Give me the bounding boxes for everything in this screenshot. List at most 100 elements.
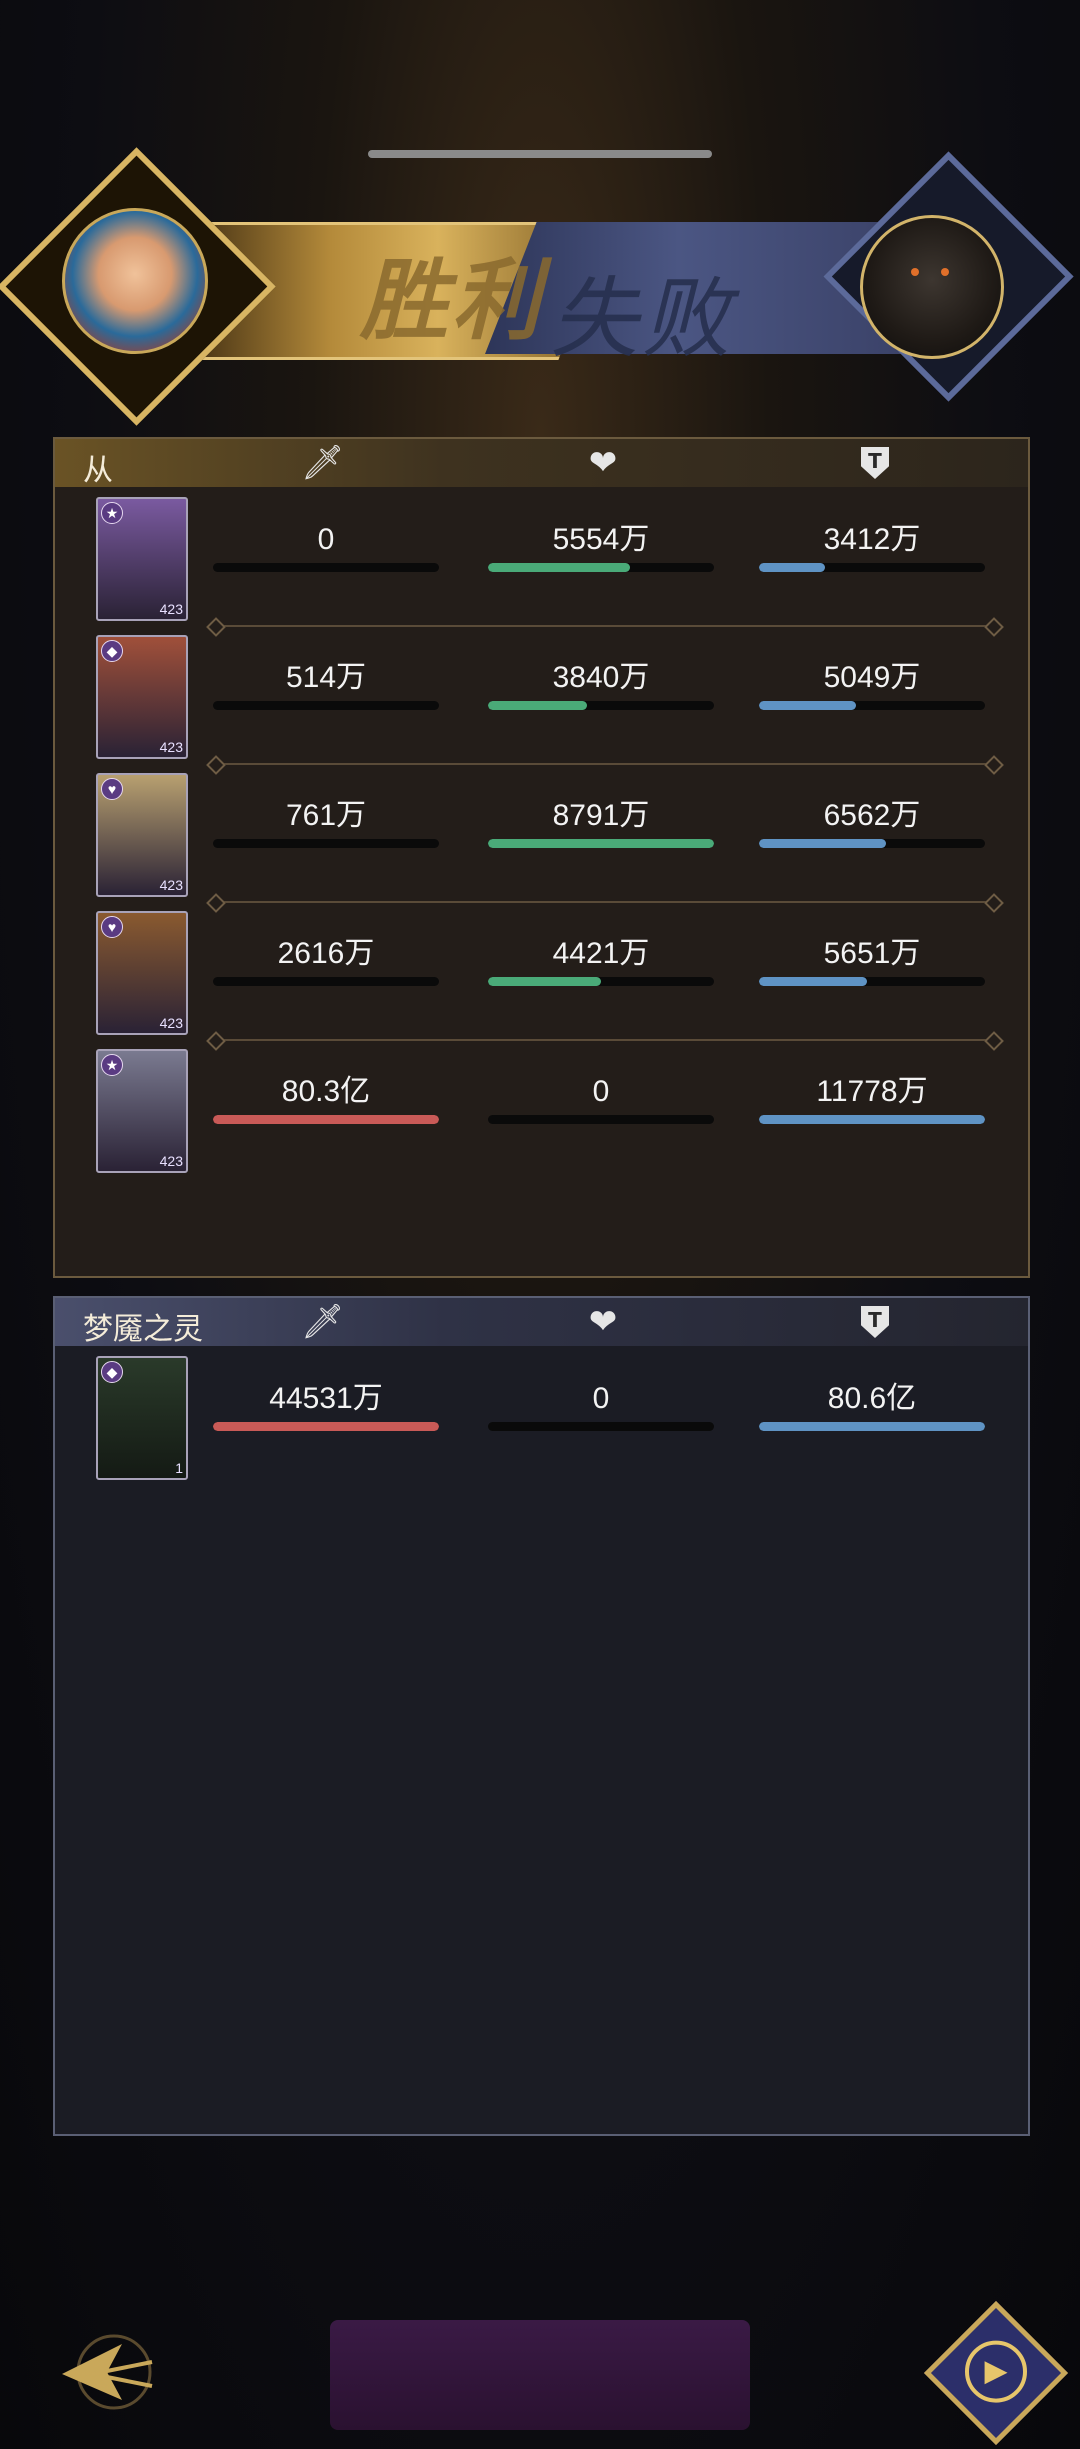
- enemy-eye: [911, 268, 919, 276]
- heal-bar: [488, 977, 714, 986]
- damage-value: 80.3亿: [281, 1075, 371, 1108]
- heal-value: 0: [592, 1382, 610, 1415]
- back-arrow-icon[interactable]: [52, 2322, 162, 2422]
- defense-bar: [759, 563, 985, 572]
- defense-stat: 3412万: [759, 521, 985, 572]
- defense-bar-fill: [759, 1422, 985, 1431]
- heal-value: 8791万: [552, 799, 650, 832]
- rarity-badge: ♥: [101, 778, 123, 800]
- table-row: ★ 423 80.3亿 0 11778万: [55, 1043, 1028, 1173]
- heal-bar: [488, 839, 714, 848]
- defense-value: 6562万: [823, 799, 921, 832]
- defense-bar: [759, 977, 985, 986]
- sword-icon: 🗡: [301, 1303, 345, 1341]
- defense-bar-fill: [759, 701, 857, 710]
- damage-bar: [213, 839, 439, 848]
- damage-value: 44531万: [269, 1382, 383, 1415]
- ally-stats-panel: 从 🗡 ❤ ★ 423 0 5554万 3412万 ◆ 423 514万 3840万 5049万 ♥…: [53, 437, 1030, 1278]
- rarity-badge: ★: [101, 1054, 123, 1076]
- defense-bar-fill: [759, 1115, 985, 1124]
- rarity-badge: ◆: [101, 1361, 123, 1383]
- heal-stat: 8791万: [488, 797, 714, 848]
- hero-card[interactable]: ♥ 423: [96, 773, 188, 897]
- row-divider: [215, 763, 995, 765]
- result-banner: 胜利 失败: [0, 147, 1074, 426]
- sword-icon: 🗡: [301, 444, 345, 482]
- ally-panel-header: 从 🗡 ❤: [55, 439, 1028, 488]
- shield-icon: [855, 445, 895, 481]
- enemy-stats-panel: 梦魇之灵 🗡 ❤ ◆1 44531万 0 80.6亿: [53, 1296, 1030, 2136]
- heal-value: 5554万: [552, 523, 650, 556]
- hero-card[interactable]: ★ 423: [96, 497, 188, 621]
- damage-stat: 761万: [213, 797, 439, 848]
- rarity-badge: ♥: [101, 916, 123, 938]
- heal-bar-fill: [488, 839, 714, 848]
- defense-bar: [759, 1422, 985, 1431]
- hero-card[interactable]: ◆ 423: [96, 635, 188, 759]
- enemy-eye: [941, 268, 949, 276]
- defense-value: 3412万: [823, 523, 921, 556]
- defense-value: 11778万: [816, 1075, 928, 1108]
- damage-bar-fill: [213, 1115, 439, 1124]
- heal-stat: 3840万: [488, 659, 714, 710]
- defense-bar-fill: [759, 563, 825, 572]
- defense-bar: [759, 839, 985, 848]
- damage-value: 514万: [285, 661, 367, 694]
- confirm-button[interactable]: [330, 2320, 750, 2430]
- damage-bar-fill: [213, 1422, 439, 1431]
- damage-bar: [213, 1115, 439, 1124]
- defense-stat: 80.6亿: [759, 1380, 985, 1431]
- defense-stat: 5651万: [759, 935, 985, 986]
- player-avatar[interactable]: [62, 208, 208, 354]
- heal-stat: 4421万: [488, 935, 714, 986]
- hero-level: 423: [159, 739, 183, 755]
- damage-value: 2616万: [277, 937, 375, 970]
- rarity-badge: ★: [101, 502, 123, 524]
- damage-stat: 0: [213, 521, 439, 572]
- heart-icon: ❤: [588, 444, 618, 482]
- hero-card[interactable]: ◆ 1: [96, 1356, 188, 1480]
- damage-value: 0: [317, 523, 335, 556]
- defense-stat: 5049万: [759, 659, 985, 710]
- heal-bar-fill: [488, 563, 631, 572]
- hero-card[interactable]: ♥ 423: [96, 911, 188, 1035]
- damage-bar: [213, 1422, 439, 1431]
- hero-level: 423: [159, 601, 183, 617]
- ally-team-title: 从: [83, 453, 113, 488]
- heal-value: 4421万: [552, 937, 650, 970]
- table-row: ◆ 1 44531万 0 80.6亿: [55, 1350, 1028, 1480]
- defense-bar: [759, 1115, 985, 1124]
- damage-stat: 514万: [213, 659, 439, 710]
- damage-stat: 80.3亿: [213, 1073, 439, 1124]
- damage-bar: [213, 563, 439, 572]
- defense-stat: 6562万: [759, 797, 985, 848]
- drag-handle[interactable]: [368, 150, 712, 158]
- defense-value: 5651万: [823, 937, 921, 970]
- defense-stat: 11778万: [759, 1073, 985, 1124]
- defense-bar-fill: [759, 839, 886, 848]
- damage-bar: [213, 701, 439, 710]
- table-row: ★ 423 0 5554万 3412万: [55, 491, 1028, 621]
- heal-bar: [488, 1422, 714, 1431]
- defense-bar: [759, 701, 985, 710]
- heal-stat: 0: [488, 1073, 714, 1124]
- hero-level: 423: [159, 1015, 183, 1031]
- victory-label: 胜利: [360, 248, 545, 352]
- hero-card[interactable]: ★ 423: [96, 1049, 188, 1173]
- enemy-avatar[interactable]: [860, 215, 1004, 359]
- table-row: ◆ 423 514万 3840万 5049万: [55, 629, 1028, 759]
- damage-bar: [213, 977, 439, 986]
- defense-bar-fill: [759, 977, 868, 986]
- replay-icon[interactable]: ▶: [923, 2300, 1069, 2446]
- play-icon: ▶: [965, 2340, 1027, 2403]
- heart-icon: ❤: [588, 1303, 618, 1341]
- defense-value: 80.6亿: [827, 1382, 917, 1415]
- row-divider: [215, 625, 995, 627]
- damage-value: 761万: [285, 799, 367, 832]
- enemy-team-title: 梦魇之灵: [83, 1312, 203, 1347]
- shield-icon: [855, 1304, 895, 1340]
- heal-stat: 0: [488, 1380, 714, 1431]
- heal-bar-fill: [488, 977, 601, 986]
- damage-stat: 2616万: [213, 935, 439, 986]
- heal-bar: [488, 1115, 714, 1124]
